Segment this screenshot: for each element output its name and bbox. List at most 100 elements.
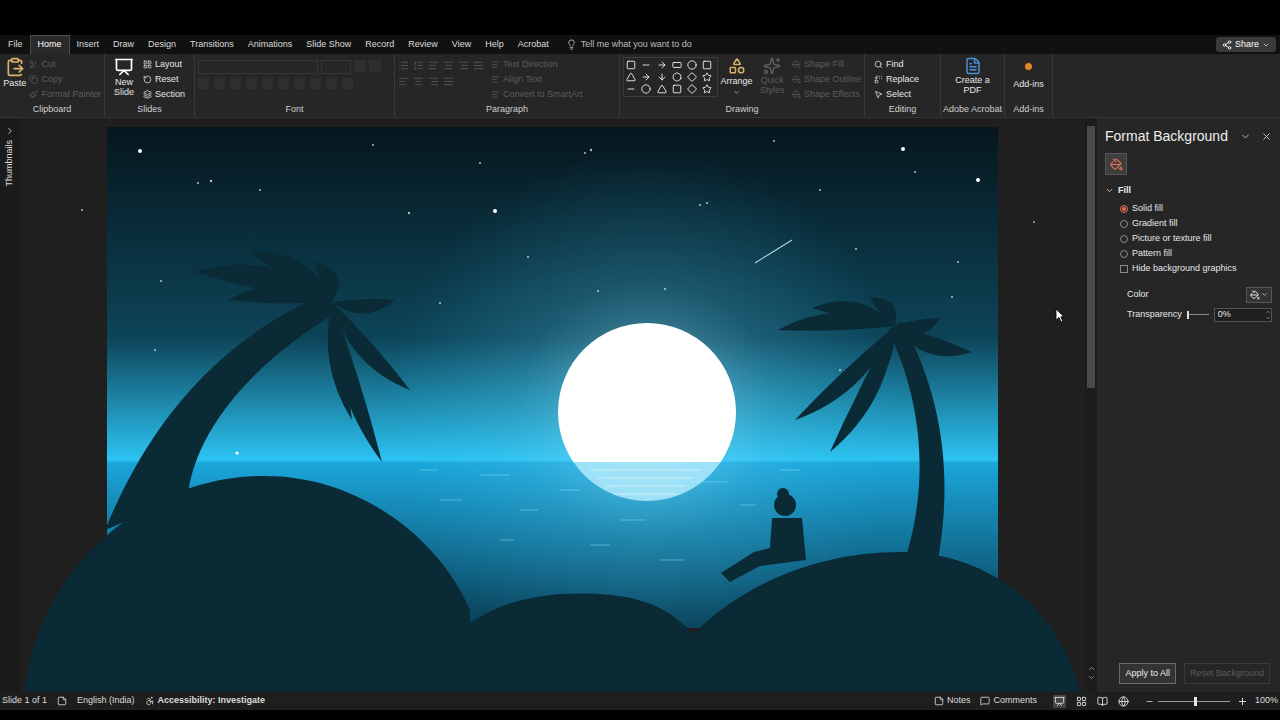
- tell-me-search[interactable]: Tell me what you want to do: [566, 35, 692, 54]
- zoom-out-icon[interactable]: [1145, 697, 1154, 706]
- shape-icon[interactable]: [672, 60, 682, 70]
- zoom-in-icon[interactable]: [1238, 697, 1247, 706]
- fill-option[interactable]: Solid fill: [1120, 202, 1272, 217]
- create-pdf-button[interactable]: Create a PDF: [944, 57, 1001, 95]
- addins-button[interactable]: Add-ins: [1008, 57, 1049, 92]
- language[interactable]: English (India): [77, 694, 135, 708]
- fill-option[interactable]: Pattern fill: [1120, 247, 1272, 262]
- slide[interactable]: [107, 127, 998, 628]
- ribbon-tab[interactable]: View: [445, 35, 478, 54]
- shape-icon[interactable]: [672, 84, 682, 94]
- fill-option[interactable]: Gradient fill: [1120, 217, 1272, 232]
- radio-button[interactable]: [1120, 250, 1128, 258]
- ribbon-tab[interactable]: Draw: [106, 35, 141, 54]
- checkbox[interactable]: [1120, 265, 1128, 273]
- expand-icon[interactable]: [5, 126, 15, 136]
- paragraph-icon[interactable]: [458, 60, 469, 71]
- ribbon-tab[interactable]: Insert: [70, 35, 107, 54]
- paragraph-icon[interactable]: [428, 60, 439, 71]
- color-picker-button[interactable]: [1246, 287, 1272, 303]
- pane-button[interactable]: Apply to All: [1119, 663, 1176, 685]
- shape-icon[interactable]: [687, 84, 697, 94]
- zoom-thumb[interactable]: [1194, 697, 1197, 706]
- align-icon[interactable]: [428, 76, 439, 87]
- paste-button[interactable]: Paste: [3, 57, 26, 91]
- paragraph-icon[interactable]: [473, 60, 484, 71]
- comments-button[interactable]: Comments: [980, 694, 1037, 708]
- shape-icon[interactable]: [702, 84, 712, 94]
- paragraph-icon[interactable]: [398, 60, 409, 71]
- accessibility-status[interactable]: Accessibility: Investigate: [145, 694, 266, 708]
- ribbon-tab[interactable]: Help: [478, 35, 511, 54]
- paragraph-item[interactable]: Align Text: [491, 72, 583, 87]
- font-format-button[interactable]: [230, 78, 241, 89]
- ribbon-tab[interactable]: Review: [401, 35, 445, 54]
- thumbnails-label[interactable]: Thumbnails: [3, 140, 17, 187]
- paragraph-icon[interactable]: [443, 60, 454, 71]
- shape-icon[interactable]: [626, 60, 636, 70]
- align-icon[interactable]: [413, 76, 424, 87]
- shape-icon[interactable]: [687, 60, 697, 70]
- shape-icon[interactable]: [641, 72, 651, 82]
- ribbon-tab[interactable]: Home: [30, 35, 70, 54]
- new-slide-button[interactable]: New Slide: [108, 57, 140, 97]
- notes-button[interactable]: Notes: [934, 694, 971, 708]
- radio-button[interactable]: [1120, 205, 1128, 213]
- transparency-field[interactable]: 0%: [1214, 308, 1272, 322]
- fill-section-header[interactable]: Fill: [1105, 184, 1272, 198]
- thumbnails-strip[interactable]: Thumbnails: [0, 118, 20, 692]
- drawing-item[interactable]: Shape Fill: [792, 57, 861, 72]
- font-size-box[interactable]: [321, 60, 351, 74]
- spin-down-icon[interactable]: [1265, 315, 1271, 321]
- shape-icon[interactable]: [657, 72, 667, 82]
- slide-sorter-icon[interactable]: [1076, 696, 1087, 707]
- next-slide-icon[interactable]: [1087, 673, 1096, 682]
- slides-item[interactable]: Reset: [143, 72, 185, 87]
- editing-item[interactable]: Replace: [874, 72, 919, 87]
- shape-icon[interactable]: [641, 60, 651, 70]
- share-button[interactable]: Share: [1216, 37, 1276, 52]
- transparency-slider[interactable]: [1187, 311, 1209, 319]
- normal-view-button[interactable]: [1053, 695, 1066, 708]
- shapes-gallery[interactable]: [623, 57, 718, 97]
- fill-option[interactable]: Picture or texture fill: [1120, 232, 1272, 247]
- pane-options-icon[interactable]: [1240, 131, 1251, 142]
- paragraph-icon[interactable]: [413, 60, 424, 71]
- paragraph-item[interactable]: Text Direction: [491, 57, 583, 72]
- font-grow-button[interactable]: [354, 60, 366, 72]
- font-format-button[interactable]: [214, 78, 225, 89]
- arrange-button[interactable]: Arrange: [721, 57, 753, 96]
- zoom-level[interactable]: 100%: [1255, 694, 1278, 708]
- font-format-button[interactable]: [310, 78, 321, 89]
- shape-icon[interactable]: [657, 84, 667, 94]
- shape-icon[interactable]: [672, 72, 682, 82]
- previous-slide-icon[interactable]: [1087, 664, 1096, 673]
- ribbon-tab[interactable]: Record: [358, 35, 401, 54]
- shape-icon[interactable]: [657, 60, 667, 70]
- editing-item[interactable]: Select: [874, 87, 919, 102]
- slides-item[interactable]: Section: [143, 87, 185, 102]
- ribbon-tab[interactable]: Acrobat: [511, 35, 556, 54]
- shape-icon[interactable]: [702, 72, 712, 82]
- font-format-button[interactable]: [278, 78, 289, 89]
- radio-button[interactable]: [1120, 220, 1128, 228]
- pane-button[interactable]: Reset Background: [1184, 663, 1270, 685]
- editing-item[interactable]: Find: [874, 57, 919, 72]
- align-icon[interactable]: [398, 76, 409, 87]
- slider-thumb[interactable]: [1187, 311, 1189, 319]
- fill-tab[interactable]: [1105, 153, 1127, 175]
- shape-icon[interactable]: [626, 72, 636, 82]
- font-format-button[interactable]: [326, 78, 337, 89]
- font-format-button[interactable]: [342, 78, 353, 89]
- clipboard-item[interactable]: Format Painter: [29, 87, 101, 102]
- slides-item[interactable]: Layout: [143, 57, 185, 72]
- slide-show-icon[interactable]: [1118, 696, 1129, 707]
- ribbon-tab[interactable]: File: [1, 35, 30, 54]
- font-format-button[interactable]: [246, 78, 257, 89]
- close-icon[interactable]: [1261, 131, 1272, 142]
- radio-button[interactable]: [1120, 235, 1128, 243]
- clipboard-item[interactable]: Copy: [29, 72, 101, 87]
- ribbon-tab[interactable]: Transitions: [183, 35, 241, 54]
- font-shrink-button[interactable]: [369, 60, 381, 72]
- spell-check-icon[interactable]: [57, 696, 67, 706]
